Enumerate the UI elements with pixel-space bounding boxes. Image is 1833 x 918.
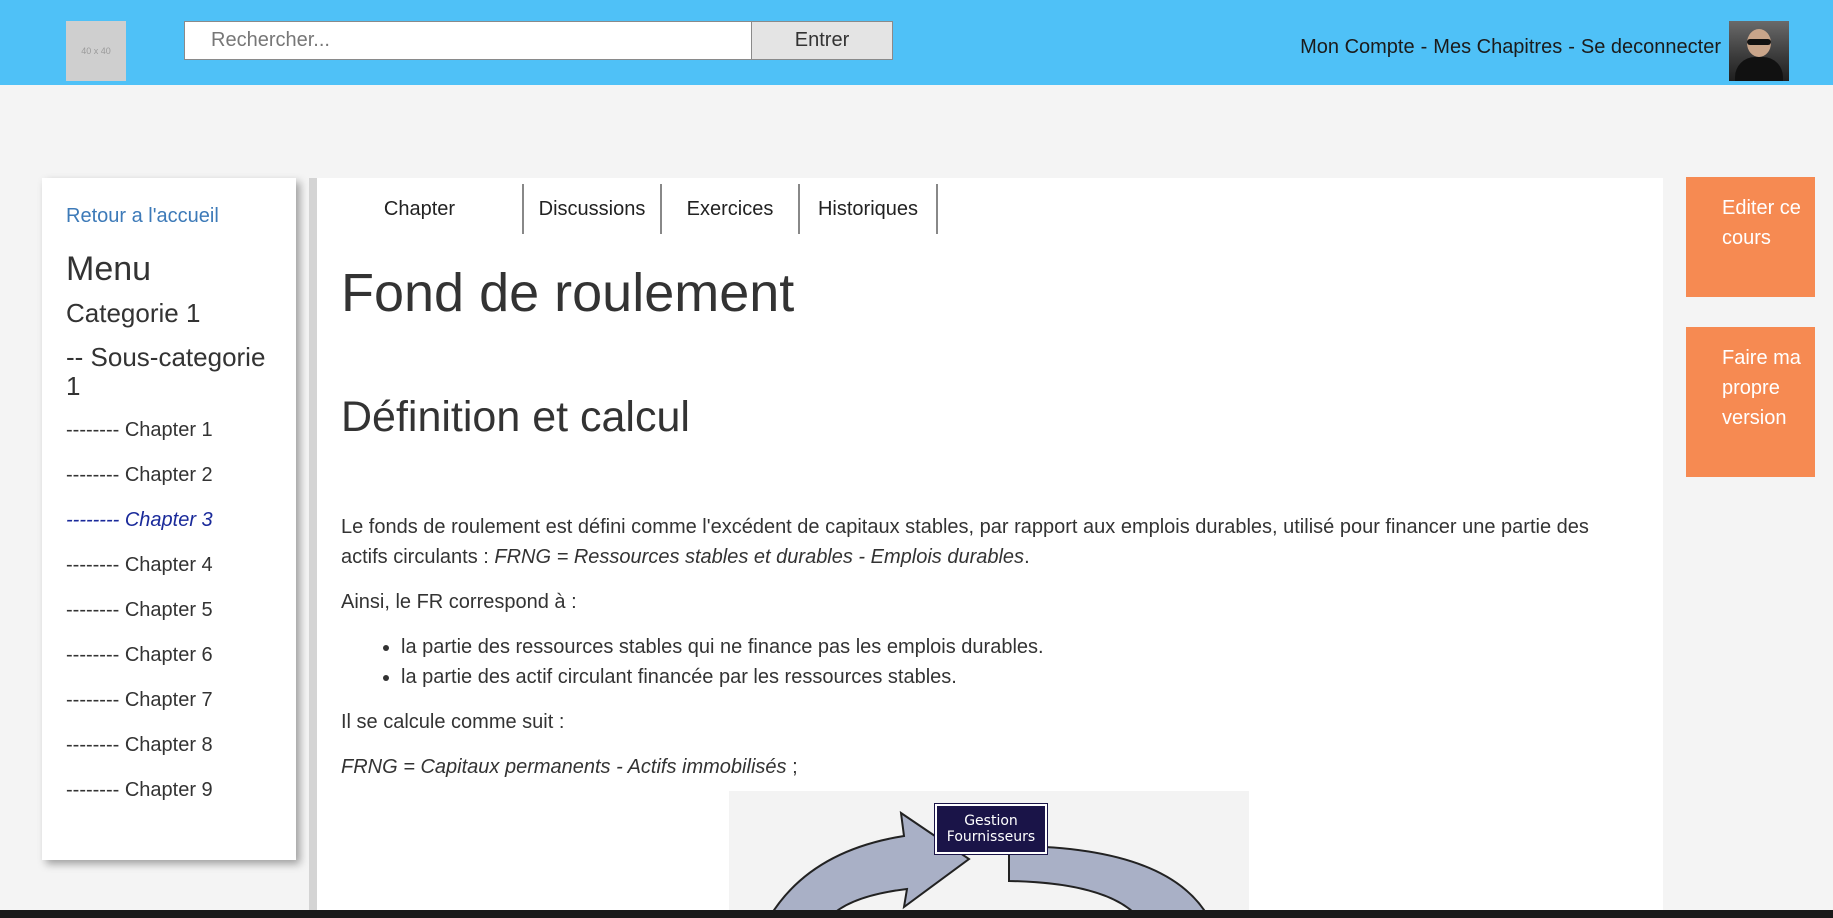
- formula-text: FRNG = Capitaux permanents - Actifs immo…: [341, 756, 787, 778]
- paragraph: Il se calcule comme suit :: [341, 711, 565, 733]
- user-links: Mon Compte - Mes Chapitres - Se deconnec…: [1300, 36, 1721, 59]
- paragraph-end: .: [1024, 546, 1030, 568]
- list-item: la partie des ressources stables qui ne …: [401, 632, 1641, 662]
- avatar[interactable]: [1729, 21, 1789, 81]
- separator: -: [1568, 36, 1575, 58]
- formula-inline: FRNG = Ressources stables et durables - …: [494, 546, 1025, 568]
- sidebar: Retour a l'accueil Menu Categorie 1 -- S…: [42, 178, 296, 860]
- top-bar: 40 x 40 Rechercher... Entrer Mon Compte …: [0, 0, 1833, 85]
- avatar-glasses: [1747, 39, 1771, 45]
- edit-course-button[interactable]: Editer ce cours: [1686, 177, 1815, 297]
- own-version-button[interactable]: Faire ma propre version: [1686, 327, 1815, 477]
- cycle-diagram: Gestion Fournisseurs: [729, 791, 1249, 918]
- article-content: Fond de roulement Définition et calcul L…: [341, 262, 1641, 782]
- formula: FRNG = Capitaux permanents - Actifs immo…: [341, 752, 1641, 782]
- chapter-item[interactable]: -------- Chapter 6: [66, 633, 272, 678]
- paragraph: Le fonds de roulement est défini comme l…: [341, 512, 1641, 572]
- chapter-item[interactable]: -------- Chapter 2: [66, 453, 272, 498]
- diagram-box: Gestion Fournisseurs: [934, 803, 1048, 855]
- search-input[interactable]: Rechercher...: [184, 21, 752, 60]
- list-item: la partie des actif circulant financée p…: [401, 662, 1641, 692]
- account-link[interactable]: Mon Compte: [1300, 36, 1415, 59]
- chapter-item[interactable]: -------- Chapter 5: [66, 588, 272, 633]
- logo[interactable]: 40 x 40: [66, 21, 126, 81]
- chapter-item[interactable]: -------- Chapter 8: [66, 723, 272, 768]
- menu-title: Menu: [66, 250, 152, 288]
- tab-discussions[interactable]: Discussions: [524, 184, 662, 234]
- my-chapters-link[interactable]: Mes Chapitres: [1433, 36, 1562, 59]
- formula-end: ;: [786, 756, 798, 778]
- tab-historiques[interactable]: Historiques: [800, 184, 938, 234]
- logout-link[interactable]: Se deconnecter: [1581, 36, 1721, 59]
- tab-bar: Chapter Discussions Exercices Historique…: [317, 184, 938, 234]
- page-title: Fond de roulement: [341, 263, 795, 323]
- diagram-box-line2: Fournisseurs: [946, 829, 1036, 845]
- chapter-item[interactable]: -------- Chapter 4: [66, 543, 272, 588]
- chapter-item-active[interactable]: -------- Chapter 3: [66, 498, 272, 543]
- subcategory-item[interactable]: -- Sous-categorie 1: [66, 343, 272, 401]
- right-arrow: [1008, 844, 1211, 918]
- diagram-box-line1: Gestion: [964, 813, 1018, 829]
- category-item[interactable]: Categorie 1: [66, 298, 272, 329]
- chapter-list: -------- Chapter 1 -------- Chapter 2 --…: [66, 408, 272, 813]
- search-button[interactable]: Entrer: [751, 21, 893, 60]
- chapter-item[interactable]: -------- Chapter 7: [66, 678, 272, 723]
- bottom-bar: [0, 910, 1833, 918]
- separator: -: [1420, 36, 1428, 58]
- tab-exercices[interactable]: Exercices: [662, 184, 800, 234]
- bullet-list: la partie des ressources stables qui ne …: [341, 632, 1641, 692]
- paragraph: Ainsi, le FR correspond à :: [341, 591, 577, 613]
- avatar-body: [1735, 57, 1783, 81]
- section-title: Définition et calcul: [341, 393, 690, 441]
- chapter-item[interactable]: -------- Chapter 9: [66, 768, 272, 813]
- back-home-link[interactable]: Retour a l'accueil: [66, 205, 272, 228]
- tab-chapter[interactable]: Chapter: [317, 184, 524, 234]
- chapter-item[interactable]: -------- Chapter 1: [66, 408, 272, 453]
